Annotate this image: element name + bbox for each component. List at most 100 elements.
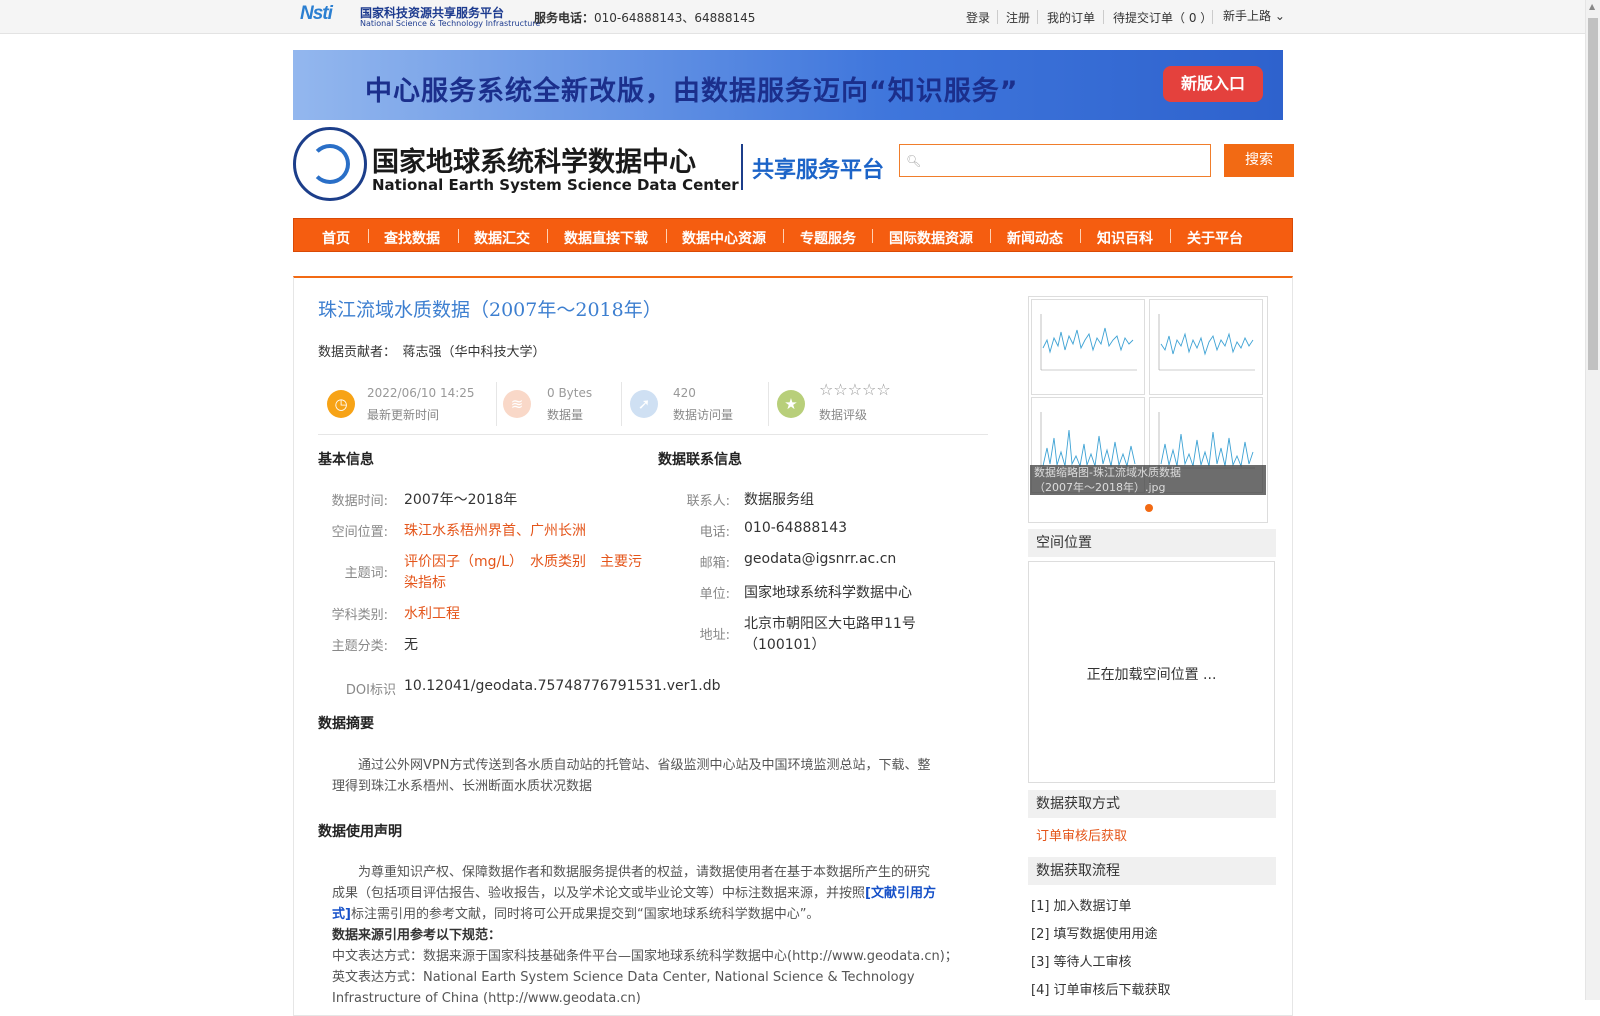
nav-sep [783,229,784,243]
keywords-label: 主题词: [344,566,388,581]
nsti-logo[interactable]: Nsti 国家科技资源共享服务平台 National Science & Tec… [300,3,540,29]
top-sep [1103,10,1104,24]
top-sep [1037,10,1038,24]
email-value: geodata@igsnrr.ac.cn [744,551,897,567]
unit-value: 国家地球系统科学数据中心 [744,585,912,601]
nav-sep [990,229,991,243]
cursor-icon: ➚ [630,390,658,418]
layers-icon: ≋ [503,390,531,418]
header-divider [741,144,743,190]
cite-heading: 数据来源引用参考以下规范： [332,928,502,943]
updated-label: 最新更新时间 [367,408,440,422]
service-phone: 服务电话：010-64888143、64888145 [534,9,755,26]
nav-home[interactable]: 首页 [322,228,350,248]
abstract-line2: 理得到珠江水系梧州、长洲断面水质状况数据 [332,779,593,794]
pending-orders-link[interactable]: 待提交订单（ 0 ） [1113,9,1212,26]
banner-text: 中心服务系统全新改版，由数据服务迈向“知识服务” [365,76,1019,107]
doi-label: DOI标识 [345,683,396,698]
search-input[interactable] [899,144,1211,177]
top-sep [1212,10,1213,24]
updated-value: 2022/06/10 14:25 [367,386,475,400]
keywords-line1[interactable]: 评价因子（mg/L） 水质类别 主要污 [404,551,642,571]
thumbnail-caption-line2: （2007年～2018年）.jpg [1034,481,1166,494]
search-icon: 🔍︎ [906,154,922,168]
nav-sep [547,229,548,243]
visits-label: 数据访问量 [673,408,734,422]
carousel-dot[interactable] [1145,504,1153,512]
access-method: 订单审核后获取 [1036,829,1128,844]
site-name-en: National Earth System Science Data Cente… [372,176,739,194]
rating-stars[interactable]: ☆☆☆☆☆ [819,380,891,399]
time-value: 2007年～2018年 [404,492,518,508]
person-label: 联系人: [686,494,730,509]
nav-center-resources[interactable]: 数据中心资源 [682,228,766,248]
nav-sep [872,229,873,243]
guide-menu[interactable]: 新手上路 ⌄ [1223,7,1285,24]
promo-banner[interactable]: 中心服务系统全新改版，由数据服务迈向“知识服务” 新版入口 [293,50,1283,120]
nav-about[interactable]: 关于平台 [1187,228,1243,248]
search-button[interactable]: 搜索 [1224,144,1294,177]
nav-sep [666,229,667,243]
address-line1: 北京市朝阳区大屯路甲11号 [744,616,916,632]
data-center-seal-icon[interactable] [293,127,367,201]
nav-direct-download[interactable]: 数据直接下载 [564,228,648,248]
site-name: 国家地球系统科学数据中心 [372,147,696,178]
nav-intl-resources[interactable]: 国际数据资源 [889,228,973,248]
discipline-link[interactable]: 水利工程 [404,603,460,623]
contributor-label: 数据贡献者： [318,345,390,360]
citation-link[interactable]: [文献引用方 [865,886,936,901]
stat-sep [496,382,497,426]
cite-cn: 中文表达方式：数据来源于国家科技基础条件平台—国家地球系统科学数据中心(http… [332,949,958,964]
spatial-map[interactable]: 正在加载空间位置 ... [1028,561,1275,783]
my-orders-link[interactable]: 我的订单 [1047,9,1095,26]
phone-value: 010-64888143 [744,520,848,536]
new-version-button[interactable]: 新版入口 [1163,66,1263,102]
stats-divider [318,434,988,435]
thumbnail-caption: 数据缩略图-珠江流域水质数据 （2007年～2018年）.jpg [1030,465,1266,495]
discipline-label: 学科类别: [331,608,388,623]
nav-knowledge[interactable]: 知识百科 [1097,228,1153,248]
cite-en-line2: Infrastructure of China (http://www.geod… [332,991,641,1006]
usage-heading: 数据使用声明 [318,824,402,840]
contact-info-heading: 数据联系信息 [658,452,742,468]
keywords-line2[interactable]: 染指标 [404,572,446,592]
stat-sep [768,382,769,426]
nav-topic-service[interactable]: 专题服务 [800,228,856,248]
nav-sep [368,229,369,243]
usage-line2-text: 成果（包括项目评估报告、验收报告，以及学术论文或毕业论文等）中标注数据来源，并按… [332,886,866,901]
usage-line1: 为尊重知识产权、保障数据作者和数据服务提供者的权益，请数据使用者在基于本数据所产… [332,865,931,880]
top-sep [997,10,998,24]
abstract-heading: 数据摘要 [318,716,374,732]
usage-line2: 成果（包括项目评估报告、验收报告，以及学术论文或毕业论文等）中标注数据来源，并按… [332,883,992,904]
citation-link-tail[interactable]: 式] [332,907,351,922]
chevron-down-icon: ⌄ [1274,9,1285,23]
scroll-up-icon[interactable]: ▲ [1589,2,1595,11]
visits-value: 420 [673,386,696,400]
guide-label: 新手上路 [1223,9,1272,23]
cite-en-line1: 英文表达方式：National Earth System Science Dat… [332,970,915,985]
top-bar: Nsti 国家科技资源共享服务平台 National Science & Tec… [0,0,1585,34]
scrollbar-thumb[interactable] [1588,18,1598,370]
usage-line3: 式]标注需引用的参考文献，同时将可公开成果提交到“国家地球系统科学数据中心”。 [332,904,819,925]
size-value: 0 Bytes [547,386,593,400]
nav-sep [458,229,459,243]
usage-line3-text: 标注需引用的参考文献，同时将可公开成果提交到“国家地球系统科学数据中心”。 [350,907,820,922]
star-badge-icon: ★ [777,390,805,418]
unit-label: 单位: [699,587,730,602]
nav-sep [1170,229,1171,243]
register-link[interactable]: 注册 [1006,9,1030,26]
nav-find-data[interactable]: 查找数据 [384,228,440,248]
space-link[interactable]: 珠江水系梧州界首、广州长洲 [404,520,586,540]
platform-name: 共享服务平台 [752,158,885,183]
nav-news[interactable]: 新闻动态 [1007,228,1063,248]
rating-label: 数据评级 [819,408,868,422]
nav-data-submit[interactable]: 数据汇交 [474,228,530,248]
clock-icon: ◷ [327,390,355,418]
login-link[interactable]: 登录 [966,9,990,26]
space-label: 空间位置: [331,525,388,540]
thumbnail-chart-1 [1031,299,1145,395]
process-step-4: [4] 订单审核后下载获取 [1031,983,1171,998]
contributor-value: 蒋志强（华中科技大学） [402,345,546,360]
email-label: 邮箱: [699,556,730,571]
access-heading: 数据获取方式 [1028,790,1276,818]
